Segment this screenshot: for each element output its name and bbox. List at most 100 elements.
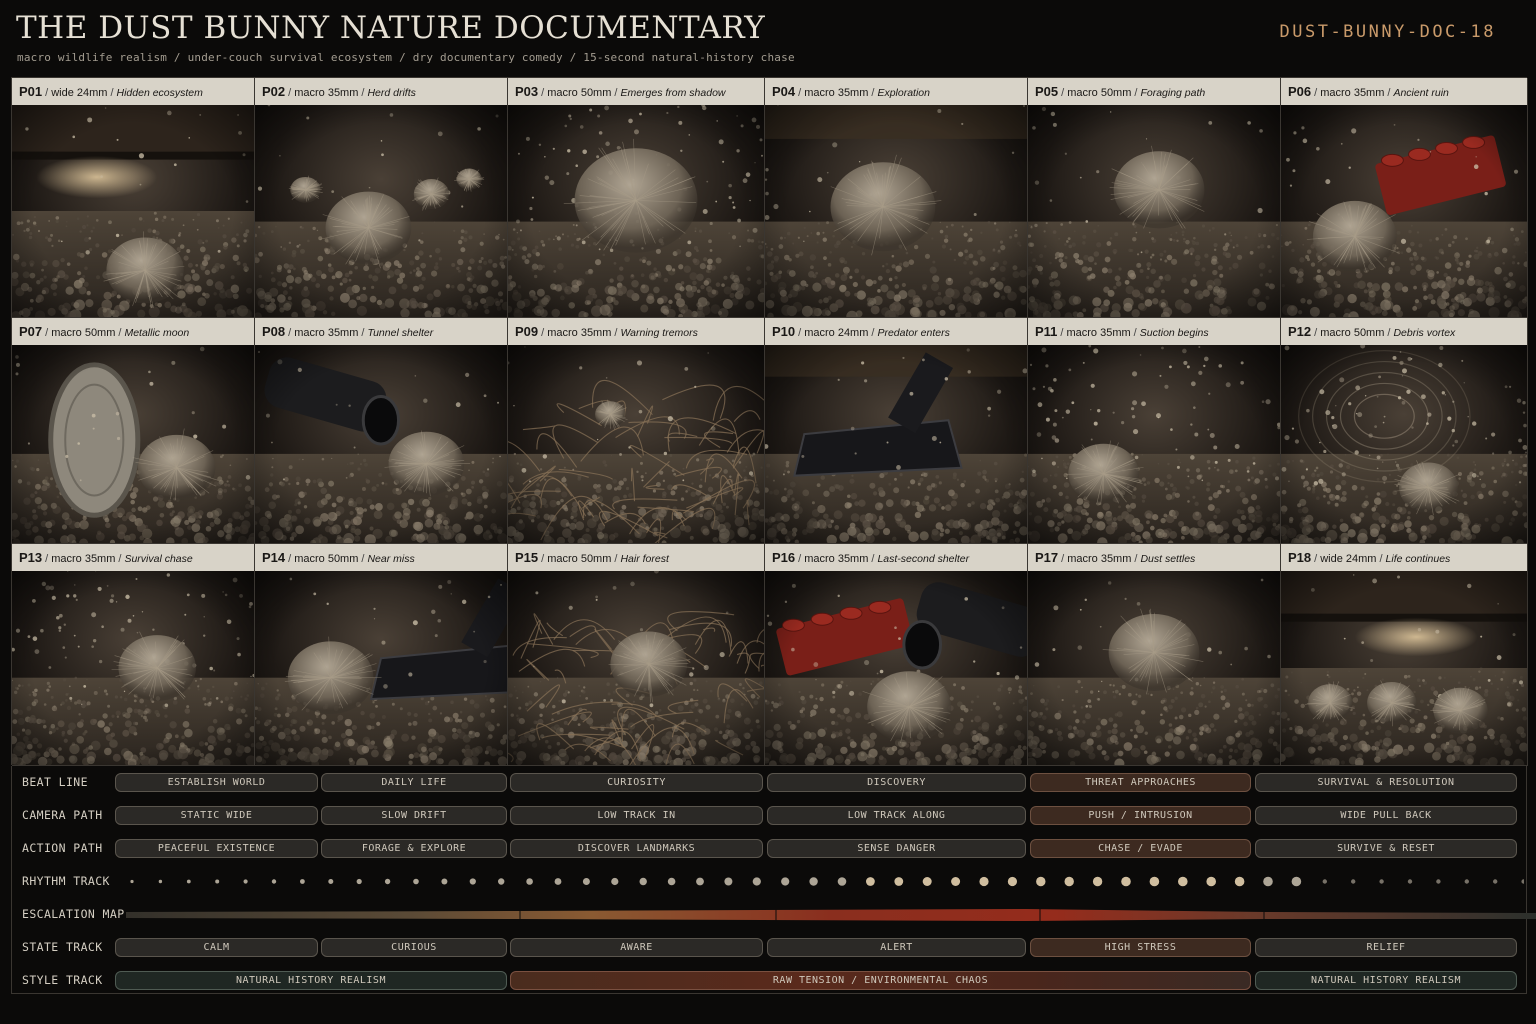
storyboard-panel[interactable]: P06/macro 35mm / Ancient ruin xyxy=(1281,78,1528,318)
state-pill[interactable]: CALM xyxy=(115,938,318,957)
rhythm-dot xyxy=(951,877,961,886)
rhythm-dot xyxy=(441,878,448,885)
panel-name: Hidden ecosystem xyxy=(116,87,203,99)
storyboard-panel[interactable]: P07/macro 50mm / Metallic moon xyxy=(12,318,255,544)
storyboard-panel[interactable]: P08/macro 35mm / Tunnel shelter xyxy=(255,318,508,544)
panel-name: Debris vortex xyxy=(1393,327,1456,339)
panel-illustration xyxy=(1281,345,1527,543)
panel-id: P06 xyxy=(1288,84,1312,99)
panel-name: Dust settles xyxy=(1140,553,1196,565)
escalation-map-track: ESCALATION MAP xyxy=(12,898,1536,931)
storyboard-panel[interactable]: P11/macro 35mm / Suction begins xyxy=(1028,318,1281,544)
style-pill[interactable]: NATURAL HISTORY REALISM xyxy=(1255,971,1517,990)
beat-pill[interactable]: ESTABLISH WORLD xyxy=(115,773,318,792)
state-pill[interactable]: RELIEF xyxy=(1255,938,1517,957)
panel-name: Metallic moon xyxy=(124,327,190,339)
state-pill[interactable]: AWARE xyxy=(510,938,763,957)
separator: / xyxy=(45,553,49,565)
panel-illustration xyxy=(12,571,254,765)
camera-pill[interactable]: PUSH / INTRUSION xyxy=(1030,806,1251,825)
state-pill[interactable]: CURIOUS xyxy=(321,938,507,957)
rhythm-dot xyxy=(1092,876,1103,887)
panel-lens: macro 35mm xyxy=(1320,87,1385,99)
camera-pill[interactable]: WIDE PULL BACK xyxy=(1255,806,1517,825)
panel-label: P10/macro 24mm / Predator enters xyxy=(765,318,1027,345)
separator: / xyxy=(541,327,545,339)
separator: / xyxy=(798,87,802,99)
storyboard-panel[interactable]: P16/macro 35mm / Last-second shelter xyxy=(765,544,1028,766)
storyboard-grid: P01/wide 24mm / Hidden ecosystem P02/macro … xyxy=(11,77,1528,766)
separator: / xyxy=(541,87,545,99)
storyboard-panel[interactable]: P13/macro 35mm / Survival chase xyxy=(12,544,255,766)
rhythm-dot xyxy=(1121,876,1131,887)
action-pill[interactable]: CHASE / EVADE xyxy=(1030,839,1251,858)
rhythm-dot xyxy=(1149,876,1160,887)
camera-pill[interactable]: LOW TRACK IN xyxy=(510,806,763,825)
panel-image xyxy=(255,105,507,317)
storyboard-panel[interactable]: P01/wide 24mm / Hidden ecosystem xyxy=(12,78,255,318)
panel-image xyxy=(1028,105,1280,317)
track-label: RHYTHM TRACK xyxy=(22,874,110,888)
rhythm-dot xyxy=(781,877,790,886)
action-pill[interactable]: SURVIVE & RESET xyxy=(1255,839,1517,858)
storyboard-panel[interactable]: P15/macro 50mm / Hair forest xyxy=(508,544,765,766)
beat-pill[interactable]: THREAT APPROACHES xyxy=(1030,773,1251,792)
rhythm-dot xyxy=(1263,876,1273,887)
rhythm-track: RHYTHM TRACK xyxy=(12,865,1528,898)
storyboard-panel[interactable]: P04/macro 35mm / Exploration xyxy=(765,78,1028,318)
storyboard-panel[interactable]: P09/macro 35mm / Warning tremors xyxy=(508,318,765,544)
camera-pill[interactable]: SLOW DRIFT xyxy=(321,806,507,825)
panel-lens: macro 50mm xyxy=(547,553,612,565)
panel-id: P09 xyxy=(515,324,539,339)
rhythm-dot xyxy=(158,879,163,884)
beat-pill[interactable]: DISCOVERY xyxy=(767,773,1026,792)
rhythm-dot xyxy=(1322,879,1328,884)
panel-lens: macro 50mm xyxy=(1320,327,1385,339)
panel-name: Survival chase xyxy=(124,553,193,565)
storyboard-panel[interactable]: P02/macro 35mm / Herd drifts xyxy=(255,78,508,318)
panel-label: P01/wide 24mm / Hidden ecosystem xyxy=(12,78,254,105)
panel-lens: wide 24mm xyxy=(51,87,108,99)
beat-pill[interactable]: SURVIVAL & RESOLUTION xyxy=(1255,773,1517,792)
panel-label: P06/macro 35mm / Ancient ruin xyxy=(1281,78,1527,105)
state-track: STATE TRACK CALM CURIOUS AWARE ALERT HIG… xyxy=(12,931,1528,964)
action-pill[interactable]: SENSE DANGER xyxy=(767,839,1026,858)
storyboard-panel[interactable]: P10/macro 24mm / Predator enters xyxy=(765,318,1028,544)
rhythm-dot xyxy=(554,878,562,885)
beat-pill[interactable]: DAILY LIFE xyxy=(321,773,507,792)
panel-label: P12/macro 50mm / Debris vortex xyxy=(1281,318,1527,345)
panel-name: Exploration xyxy=(877,87,930,99)
rhythm-dot xyxy=(1206,876,1216,887)
panel-illustration xyxy=(1028,105,1280,317)
storyboard-panel[interactable]: P03/macro 50mm / Emerges from shadow xyxy=(508,78,765,318)
style-pill[interactable]: NATURAL HISTORY REALISM xyxy=(115,971,507,990)
panel-illustration xyxy=(1028,571,1280,765)
panel-lens: macro 35mm xyxy=(804,553,869,565)
panel-name: Ancient ruin xyxy=(1393,87,1449,99)
camera-pill[interactable]: LOW TRACK ALONG xyxy=(767,806,1026,825)
storyboard-panel[interactable]: P12/macro 50mm / Debris vortex xyxy=(1281,318,1528,544)
beat-pill[interactable]: CURIOSITY xyxy=(510,773,763,792)
action-pill[interactable]: DISCOVER LANDMARKS xyxy=(510,839,763,858)
style-pill[interactable]: RAW TENSION / ENVIRONMENTAL CHAOS xyxy=(510,971,1251,990)
panel-lens: macro 35mm xyxy=(547,327,612,339)
action-pill[interactable]: FORAGE & EXPLORE xyxy=(321,839,507,858)
state-pill[interactable]: ALERT xyxy=(767,938,1026,957)
rhythm-dot xyxy=(186,879,191,884)
state-pill[interactable]: HIGH STRESS xyxy=(1030,938,1251,957)
panel-id: P14 xyxy=(262,550,286,565)
separator: / xyxy=(1379,553,1383,565)
action-pill[interactable]: PEACEFUL EXISTENCE xyxy=(115,839,318,858)
storyboard-panel[interactable]: P05/macro 50mm / Foraging path xyxy=(1028,78,1281,318)
panel-illustration xyxy=(508,345,764,543)
panel-illustration xyxy=(1028,345,1280,543)
rhythm-dot xyxy=(1407,879,1413,884)
panel-id: P17 xyxy=(1035,550,1059,565)
panel-label: P05/macro 50mm / Foraging path xyxy=(1028,78,1280,105)
camera-pill[interactable]: STATIC WIDE xyxy=(115,806,318,825)
panel-label: P13/macro 35mm / Survival chase xyxy=(12,544,254,571)
storyboard-panel[interactable]: P14/macro 50mm / Near miss xyxy=(255,544,508,766)
storyboard-panel[interactable]: P17/macro 35mm / Dust settles xyxy=(1028,544,1281,766)
storyboard-panel[interactable]: P18/wide 24mm / Life continues xyxy=(1281,544,1528,766)
panel-image xyxy=(508,345,764,543)
